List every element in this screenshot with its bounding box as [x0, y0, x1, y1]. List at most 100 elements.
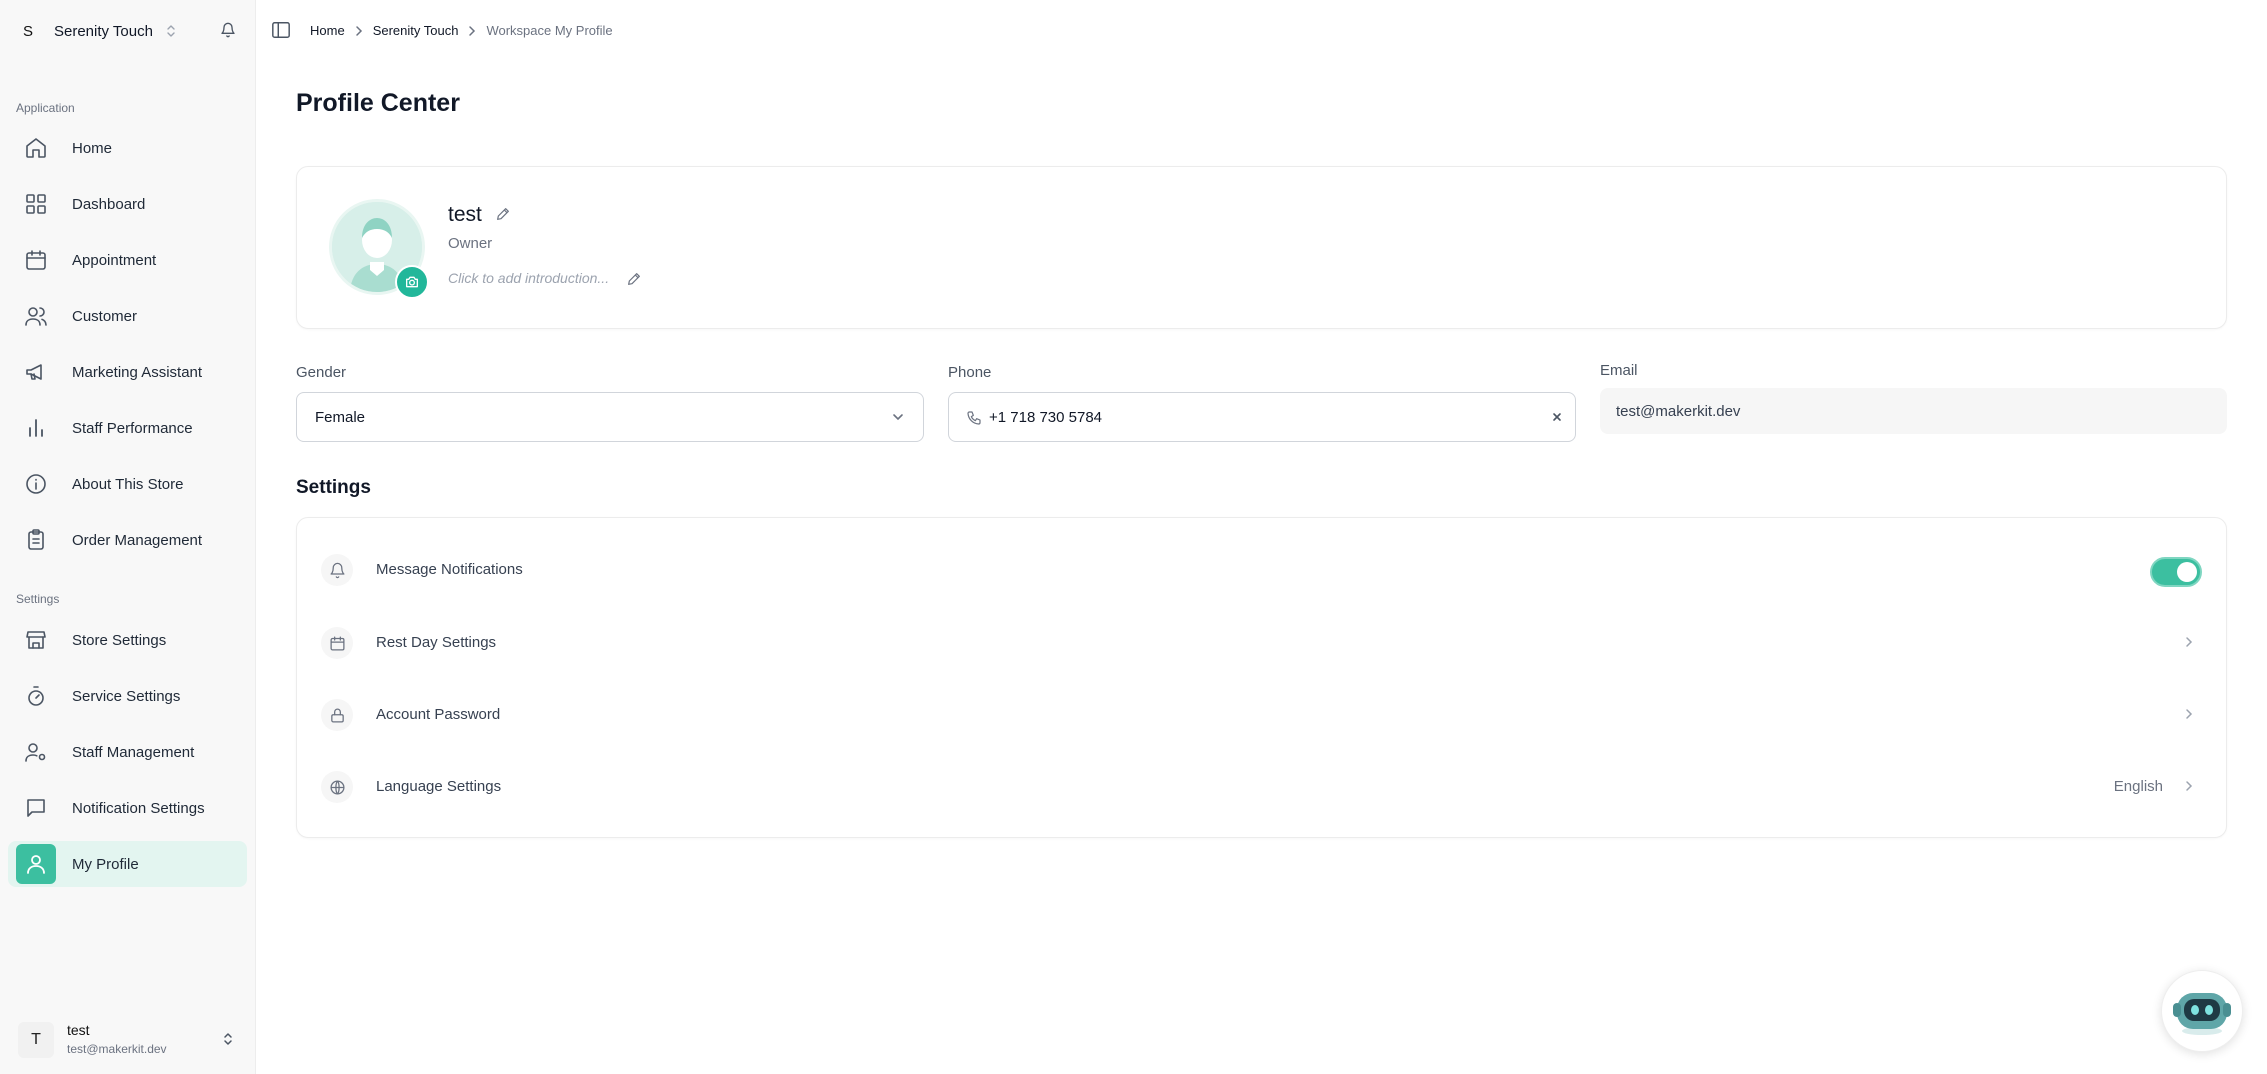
info-icon: [24, 472, 48, 496]
chevron-right-icon: [355, 25, 363, 37]
breadcrumb-home[interactable]: Home: [310, 23, 345, 38]
settings-heading: Settings: [296, 477, 371, 498]
bell-icon[interactable]: [220, 22, 236, 38]
lock-icon: [321, 699, 353, 731]
setting-label: Account Password: [376, 706, 501, 723]
setting-message-notifications: Message Notifications: [297, 545, 2226, 595]
user-email: test@makerkit.dev: [67, 1042, 167, 1056]
setting-account-password[interactable]: Account Password: [297, 690, 2226, 740]
user-menu[interactable]: T test test@makerkit.dev: [14, 1018, 242, 1062]
workspace-name: Serenity Touch: [54, 22, 153, 40]
phone-field[interactable]: +1 718 730 5784: [948, 392, 1576, 442]
sidebar-item-label: Notification Settings: [72, 799, 205, 817]
calendar-icon: [24, 248, 48, 272]
chevron-right-icon: [2185, 636, 2193, 648]
setting-label: Language Settings: [376, 778, 502, 795]
chevron-right-icon: [2185, 708, 2193, 720]
calendar-icon: [321, 627, 353, 659]
pencil-icon[interactable]: [495, 206, 511, 222]
message-icon: [24, 796, 48, 820]
page-title: Profile Center: [296, 89, 460, 117]
sidebar-item-label: Store Settings: [72, 631, 167, 649]
sidebar-item-label: Customer: [72, 307, 138, 325]
avatar: T: [18, 1022, 54, 1058]
phone-value: +1 718 730 5784: [989, 409, 1103, 426]
phone-icon: [966, 410, 982, 426]
sidebar-item-label: Marketing Assistant: [72, 363, 203, 381]
timer-icon: [24, 684, 48, 708]
workspace-avatar: S: [22, 22, 33, 40]
sidebar-item-label: Appointment: [72, 251, 157, 269]
profile-introduction[interactable]: Click to add introduction...: [448, 270, 609, 286]
sidebar-item-label: Service Settings: [72, 687, 181, 705]
section-label-application: Application: [16, 101, 75, 115]
sidebar-item-label: About This Store: [72, 475, 184, 493]
sidebar-item-order-management[interactable]: Order Management: [8, 517, 247, 563]
bar-chart-icon: [24, 416, 48, 440]
profile-card: test Owner Click to add introduction...: [296, 166, 2227, 329]
phone-label: Phone: [948, 364, 992, 381]
breadcrumb-workspace[interactable]: Serenity Touch: [373, 23, 459, 38]
user-cog-icon: [24, 740, 48, 764]
pencil-icon[interactable]: [626, 271, 642, 287]
user-name: test: [67, 1022, 90, 1038]
sidebar-item-label: My Profile: [72, 855, 139, 873]
sidebar-item-customer[interactable]: Customer: [8, 293, 247, 339]
sidebar: S Serenity Touch Application Home Dashbo…: [0, 0, 256, 1074]
chevron-right-icon: [468, 25, 476, 37]
gender-value: Female: [315, 408, 366, 426]
sidebar-toggle-icon[interactable]: [270, 20, 292, 40]
toggle-knob: [2177, 562, 2197, 582]
sidebar-item-label: Staff Performance: [72, 419, 193, 437]
sidebar-item-marketing-assistant[interactable]: Marketing Assistant: [8, 349, 247, 395]
profile-avatar[interactable]: [329, 199, 429, 299]
profile-role: Owner: [448, 235, 493, 252]
chevrons-up-down-icon: [222, 1031, 234, 1047]
language-value: English: [2113, 778, 2163, 795]
assistant-robot-icon[interactable]: [2161, 970, 2243, 1052]
email-field: test@makerkit.dev: [1600, 388, 2227, 434]
sidebar-item-my-profile[interactable]: My Profile: [8, 841, 247, 887]
sidebar-item-service-settings[interactable]: Service Settings: [8, 673, 247, 719]
sidebar-item-dashboard[interactable]: Dashboard: [8, 181, 247, 227]
bell-icon: [321, 554, 353, 586]
globe-icon: [321, 771, 353, 803]
sidebar-item-about-this-store[interactable]: About This Store: [8, 461, 247, 507]
setting-rest-day[interactable]: Rest Day Settings: [297, 618, 2226, 668]
breadcrumb-current: Workspace My Profile: [486, 23, 613, 38]
workspace-switcher[interactable]: S Serenity Touch: [14, 14, 242, 48]
chevrons-up-down-icon: [165, 24, 177, 38]
close-icon[interactable]: [1551, 411, 1563, 423]
home-icon: [24, 136, 48, 160]
clipboard-icon: [24, 528, 48, 552]
megaphone-icon: [24, 360, 48, 384]
breadcrumb: Home Serenity Touch Workspace My Profile: [310, 23, 613, 38]
section-label-settings: Settings: [16, 592, 60, 606]
setting-label: Rest Day Settings: [376, 634, 497, 651]
email-label: Email: [1600, 362, 1638, 379]
sidebar-item-home[interactable]: Home: [8, 125, 247, 171]
user-icon: [16, 844, 56, 884]
sidebar-item-label: Staff Management: [72, 743, 195, 761]
gender-label: Gender: [296, 364, 347, 381]
setting-language[interactable]: Language Settings English: [297, 762, 2226, 812]
sidebar-item-store-settings[interactable]: Store Settings: [8, 617, 247, 663]
message-notifications-toggle[interactable]: [2150, 557, 2202, 587]
grid-icon: [24, 192, 48, 216]
setting-label: Message Notifications: [376, 561, 523, 578]
users-icon: [24, 304, 48, 328]
sidebar-item-label: Dashboard: [72, 195, 146, 213]
gender-select[interactable]: Female: [296, 392, 924, 442]
settings-card: Message Notifications Rest Day Settings …: [296, 517, 2227, 838]
chevron-down-icon: [891, 410, 905, 424]
sidebar-item-staff-performance[interactable]: Staff Performance: [8, 405, 247, 451]
profile-name: test: [448, 203, 482, 226]
camera-icon[interactable]: [395, 265, 429, 299]
sidebar-item-label: Home: [72, 139, 113, 157]
sidebar-item-notification-settings[interactable]: Notification Settings: [8, 785, 247, 831]
store-icon: [24, 628, 48, 652]
sidebar-item-appointment[interactable]: Appointment: [8, 237, 247, 283]
chevron-right-icon: [2185, 780, 2193, 792]
sidebar-item-staff-management[interactable]: Staff Management: [8, 729, 247, 775]
sidebar-item-label: Order Management: [72, 531, 203, 549]
